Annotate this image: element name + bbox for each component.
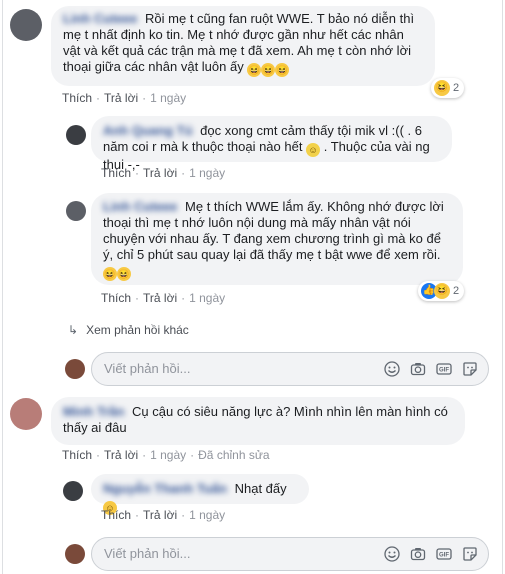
sticker-icon[interactable]: [462, 361, 478, 377]
smiley-icon[interactable]: [384, 361, 400, 377]
comment-author[interactable]: Minh Trần: [63, 404, 124, 419]
camera-icon[interactable]: [410, 546, 426, 562]
camera-icon[interactable]: [410, 361, 426, 377]
like-link[interactable]: Thích: [101, 166, 131, 180]
input-icons: GIF: [384, 361, 478, 377]
avatar: [65, 359, 85, 379]
comment-actions: Thích · Trả lời · 1 ngày · Đã chỉnh sửa: [62, 448, 270, 462]
reply-input[interactable]: [104, 361, 364, 376]
avatar[interactable]: [66, 125, 86, 145]
comment-bubble: Linh Cuteee Rồi mẹ t cũng fan ruột WWE. …: [51, 6, 435, 86]
reply-author[interactable]: Nguyễn Thanh Tuấn: [103, 481, 227, 496]
smiley-icon[interactable]: [384, 546, 400, 562]
reply-bubble: Linh Cuteee Mẹ t thích WWE lắm ấy. Không…: [91, 193, 463, 285]
reply-actions: Thích · Trả lời · 1 ngày: [101, 508, 226, 522]
avatar: [65, 544, 85, 564]
reply-link[interactable]: Trả lời: [143, 508, 177, 522]
reply-text: Nhạt đấy: [234, 481, 287, 496]
edited-label[interactable]: Đã chỉnh sửa: [198, 448, 269, 462]
gif-icon[interactable]: GIF: [436, 546, 452, 562]
sticker-icon[interactable]: [462, 546, 478, 562]
avatar[interactable]: [10, 398, 42, 430]
avatar[interactable]: [10, 9, 42, 41]
reaction-count: 2: [453, 82, 460, 94]
reaction-count: 2: [453, 285, 460, 297]
like-link[interactable]: Thích: [62, 448, 92, 462]
like-link[interactable]: Thích: [62, 91, 92, 105]
reply-author[interactable]: Linh Cuteee: [103, 199, 177, 214]
reply-arrow-icon: ↳: [68, 323, 79, 337]
svg-text:GIF: GIF: [439, 368, 449, 374]
laughing-emoji-icon: 😆 😆 😆: [247, 63, 290, 77]
reply-link[interactable]: Trả lời: [143, 291, 177, 305]
avatar[interactable]: [63, 481, 83, 501]
reply-bubble: Nguyễn Thanh Tuấn Nhạt đấy ☺: [91, 474, 309, 515]
comment-author[interactable]: Linh Cuteee: [63, 11, 137, 26]
haha-reaction-icon: 😆: [434, 80, 450, 96]
svg-text:GIF: GIF: [439, 553, 449, 559]
reply-input[interactable]: [104, 546, 364, 561]
reply-input-box[interactable]: GIF: [91, 537, 489, 571]
view-more-replies[interactable]: ↳ Xem phản hồi khác: [68, 323, 189, 337]
haha-reaction-icon: 😆: [434, 283, 450, 299]
reply-author[interactable]: Anh Quang Tú: [103, 123, 193, 138]
timestamp[interactable]: 1 ngày: [189, 508, 225, 522]
like-link[interactable]: Thích: [101, 291, 131, 305]
reaction-summary[interactable]: 😆 2: [431, 78, 465, 98]
reply-actions: Thích · Trả lời · 1 ngày: [101, 166, 226, 180]
like-link[interactable]: Thích: [101, 508, 131, 522]
timestamp[interactable]: 1 ngày: [150, 448, 186, 462]
gif-icon[interactable]: GIF: [436, 361, 452, 377]
reply-link[interactable]: Trả lời: [143, 166, 177, 180]
reply-link[interactable]: Trả lời: [104, 91, 138, 105]
laughing-emoji-icon: 😆 😆: [103, 267, 131, 281]
view-more-replies-label[interactable]: Xem phản hồi khác: [86, 323, 189, 337]
comment-bubble: Minh Trần Cụ cậu có siêu năng lực à? Mìn…: [51, 397, 465, 445]
avatar[interactable]: [66, 201, 86, 221]
comment-actions: Thích · Trả lời · 1 ngày: [62, 91, 187, 105]
reaction-summary[interactable]: 👍 😆 2: [418, 281, 465, 301]
timestamp[interactable]: 1 ngày: [150, 91, 186, 105]
timestamp[interactable]: 1 ngày: [189, 166, 225, 180]
reply-actions: Thích · Trả lời · 1 ngày: [101, 291, 226, 305]
reply-input-box[interactable]: GIF: [91, 352, 489, 386]
input-icons: GIF: [384, 546, 478, 562]
emoji-icon: ☺: [306, 143, 321, 157]
timestamp[interactable]: 1 ngày: [189, 291, 225, 305]
reply-bubble: Anh Quang Tú đọc xong cmt cảm thấy tội m…: [91, 116, 452, 172]
reply-link[interactable]: Trả lời: [104, 448, 138, 462]
